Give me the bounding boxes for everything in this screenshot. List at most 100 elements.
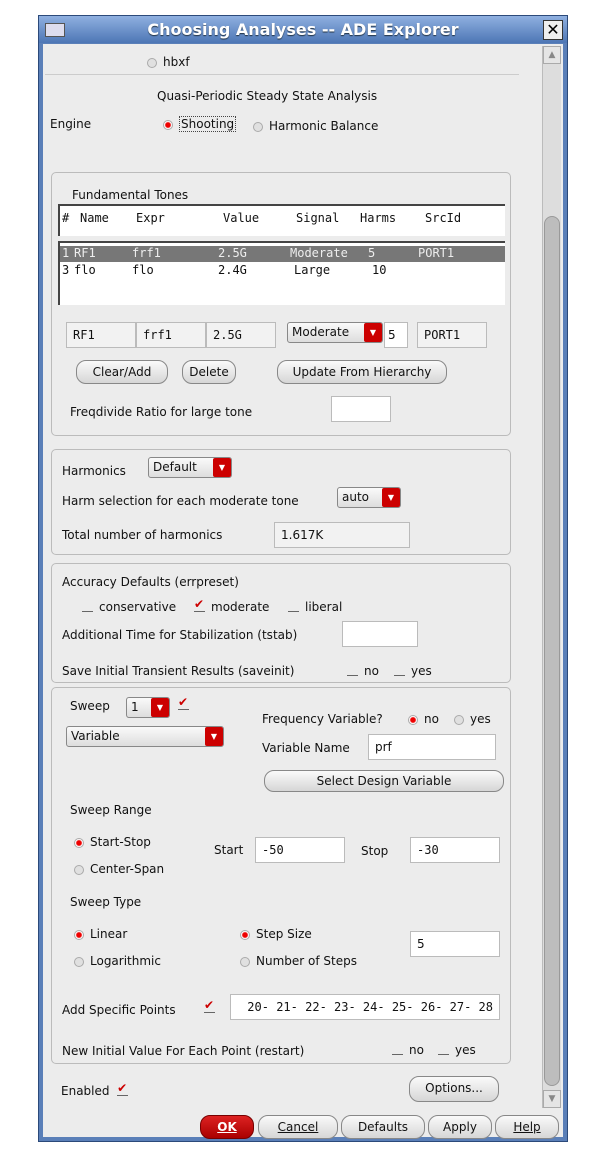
table-row[interactable]: 1 RF1 frf1 2.5G Moderate 5 PORT1 — [60, 246, 505, 262]
restart-label: New Initial Value For Each Point (restar… — [62, 1044, 305, 1058]
checkbox-moderate[interactable]: moderate — [194, 597, 269, 614]
label: no — [409, 1043, 424, 1057]
tone-srcid-field[interactable]: PORT1 — [417, 322, 487, 348]
tstab-label: Additional Time for Stabilization (tstab… — [62, 628, 298, 642]
tone-signal-select[interactable]: Moderate ▼ — [287, 322, 383, 343]
delete-button[interactable]: Delete — [182, 360, 236, 384]
harm-selection-select[interactable]: auto ▼ — [337, 487, 401, 508]
checkbox-conservative[interactable]: conservative — [82, 600, 176, 614]
scrollbar-thumb[interactable] — [544, 216, 560, 1086]
label: yes — [411, 664, 432, 678]
select-design-variable-button[interactable]: Select Design Variable — [264, 770, 504, 792]
radio-linear[interactable]: Linear — [74, 927, 127, 941]
radio-number-of-steps[interactable]: Number of Steps — [240, 954, 357, 968]
label: Center-Span — [90, 862, 165, 876]
cancel-button[interactable]: Cancel — [258, 1115, 338, 1139]
update-from-hierarchy-button[interactable]: Update From Hierarchy — [277, 360, 447, 384]
col-header: SrcId — [425, 211, 462, 225]
divider — [45, 74, 519, 75]
tone-value-field[interactable]: 2.5G — [206, 322, 276, 348]
vertical-scrollbar[interactable]: ▲ ▼ — [542, 46, 561, 1108]
window-title: Choosing Analyses -- ADE Explorer — [147, 20, 459, 39]
sweep-type-select[interactable]: Variable ▼ — [66, 726, 224, 747]
cell: RF1 — [74, 246, 96, 260]
tone-name-field[interactable]: RF1 — [66, 322, 136, 348]
harm-selection-label: Harm selection for each moderate tone — [62, 494, 299, 508]
checkbox-icon — [194, 597, 205, 612]
tone-expr-field[interactable]: frf1 — [136, 322, 206, 348]
harmonics-group: Harmonics Default ▼ Harm selection for ea… — [51, 449, 511, 555]
sweep-type-label: Sweep Type — [70, 895, 142, 909]
sweep-group: Sweep 1▼ Variable▼ Frequency Variable? n… — [51, 687, 511, 1064]
saveinit-label: Save Initial Transient Results (saveinit… — [62, 664, 295, 678]
fundamental-tones-group: Fundamental Tones # Name Expr Value Sign… — [51, 172, 511, 436]
col-header: Expr — [136, 211, 165, 225]
checkbox-icon — [82, 603, 93, 612]
label: Number of Steps — [256, 954, 357, 968]
sweep-enable-checkbox[interactable] — [178, 695, 195, 712]
variable-name-input[interactable]: prf — [368, 734, 496, 760]
title-bar[interactable]: Choosing Analyses -- ADE Explorer — [39, 16, 567, 43]
dropdown-arrow-icon: ▼ — [213, 458, 231, 477]
radio-logarithmic[interactable]: Logarithmic — [74, 954, 161, 968]
selected-value: Variable — [71, 729, 120, 743]
radio-icon — [147, 57, 157, 68]
sweep-label: Sweep — [70, 699, 110, 713]
radio-freq-var-no[interactable]: no — [408, 712, 439, 726]
cell: Large — [294, 263, 331, 277]
radio-hbxf[interactable]: hbxf — [147, 55, 190, 69]
step-size-input[interactable]: 5 — [410, 931, 500, 957]
enabled-checkbox[interactable]: Enabled — [61, 1081, 134, 1098]
table-row[interactable]: 3 flo flo 2.4G Large 10 — [60, 263, 505, 279]
label: liberal — [305, 600, 343, 614]
specific-points-checkbox[interactable] — [204, 998, 221, 1015]
radio-icon — [74, 929, 84, 940]
checkbox-icon — [394, 667, 405, 676]
apply-button[interactable]: Apply — [428, 1115, 492, 1139]
tstab-input[interactable] — [342, 621, 418, 647]
cell: 5 — [368, 246, 376, 260]
checkbox-icon — [117, 1081, 129, 1096]
checkbox-restart-no[interactable]: no — [392, 1043, 424, 1057]
label: Logarithmic — [90, 954, 161, 968]
total-harmonics-label: Total number of harmonics — [62, 528, 223, 542]
defaults-button[interactable]: Defaults — [341, 1115, 425, 1139]
cell: 3 — [62, 263, 70, 277]
radio-icon — [454, 714, 464, 725]
radio-harmonic-balance[interactable]: Harmonic Balance — [253, 119, 378, 133]
radio-freq-var-yes[interactable]: yes — [454, 712, 491, 726]
group-title: Fundamental Tones — [72, 188, 189, 202]
checkbox-liberal[interactable]: liberal — [288, 600, 342, 614]
freqdivide-label: Freqdivide Ratio for large tone — [70, 405, 253, 419]
stop-input[interactable]: -30 — [410, 837, 500, 863]
tone-harms-field[interactable]: 5 — [384, 322, 408, 348]
frequency-variable-label: Frequency Variable? — [262, 712, 383, 726]
help-button[interactable]: Help — [495, 1115, 559, 1139]
radio-start-stop[interactable]: Start-Stop — [74, 835, 151, 849]
ok-button[interactable]: OK — [200, 1115, 254, 1139]
radio-step-size[interactable]: Step Size — [240, 927, 312, 941]
options-button[interactable]: Options... — [409, 1076, 499, 1102]
checkbox-saveinit-no[interactable]: no — [347, 664, 379, 678]
selected-value: 1 — [131, 700, 139, 714]
engine-label: Engine — [50, 117, 92, 131]
freqdivide-input[interactable] — [331, 396, 391, 422]
clear-add-button[interactable]: Clear/Add — [76, 360, 168, 384]
scroll-up-icon[interactable]: ▲ — [543, 46, 561, 64]
window-menu-icon[interactable] — [45, 23, 65, 37]
label: Harmonic Balance — [269, 119, 379, 133]
checkbox-saveinit-yes[interactable]: yes — [394, 664, 432, 678]
accuracy-label: Accuracy Defaults (errpreset) — [62, 575, 239, 589]
variable-name-label: Variable Name — [262, 741, 350, 755]
start-input[interactable]: -50 — [255, 837, 345, 863]
checkbox-restart-yes[interactable]: yes — [438, 1043, 476, 1057]
label: conservative — [99, 600, 177, 614]
close-button[interactable]: ✕ — [543, 20, 563, 40]
sweep-dimension-select[interactable]: 1 ▼ — [126, 697, 170, 718]
radio-shooting[interactable]: Shooting — [163, 116, 237, 132]
radio-center-span[interactable]: Center-Span — [74, 862, 164, 876]
scroll-down-icon[interactable]: ▼ — [543, 1090, 561, 1108]
specific-points-input[interactable]: 28 -27 -26 -25 -24 -23 -22 -21 -20 — [230, 994, 500, 1020]
harmonics-select[interactable]: Default ▼ — [148, 457, 232, 478]
label: yes — [455, 1043, 476, 1057]
